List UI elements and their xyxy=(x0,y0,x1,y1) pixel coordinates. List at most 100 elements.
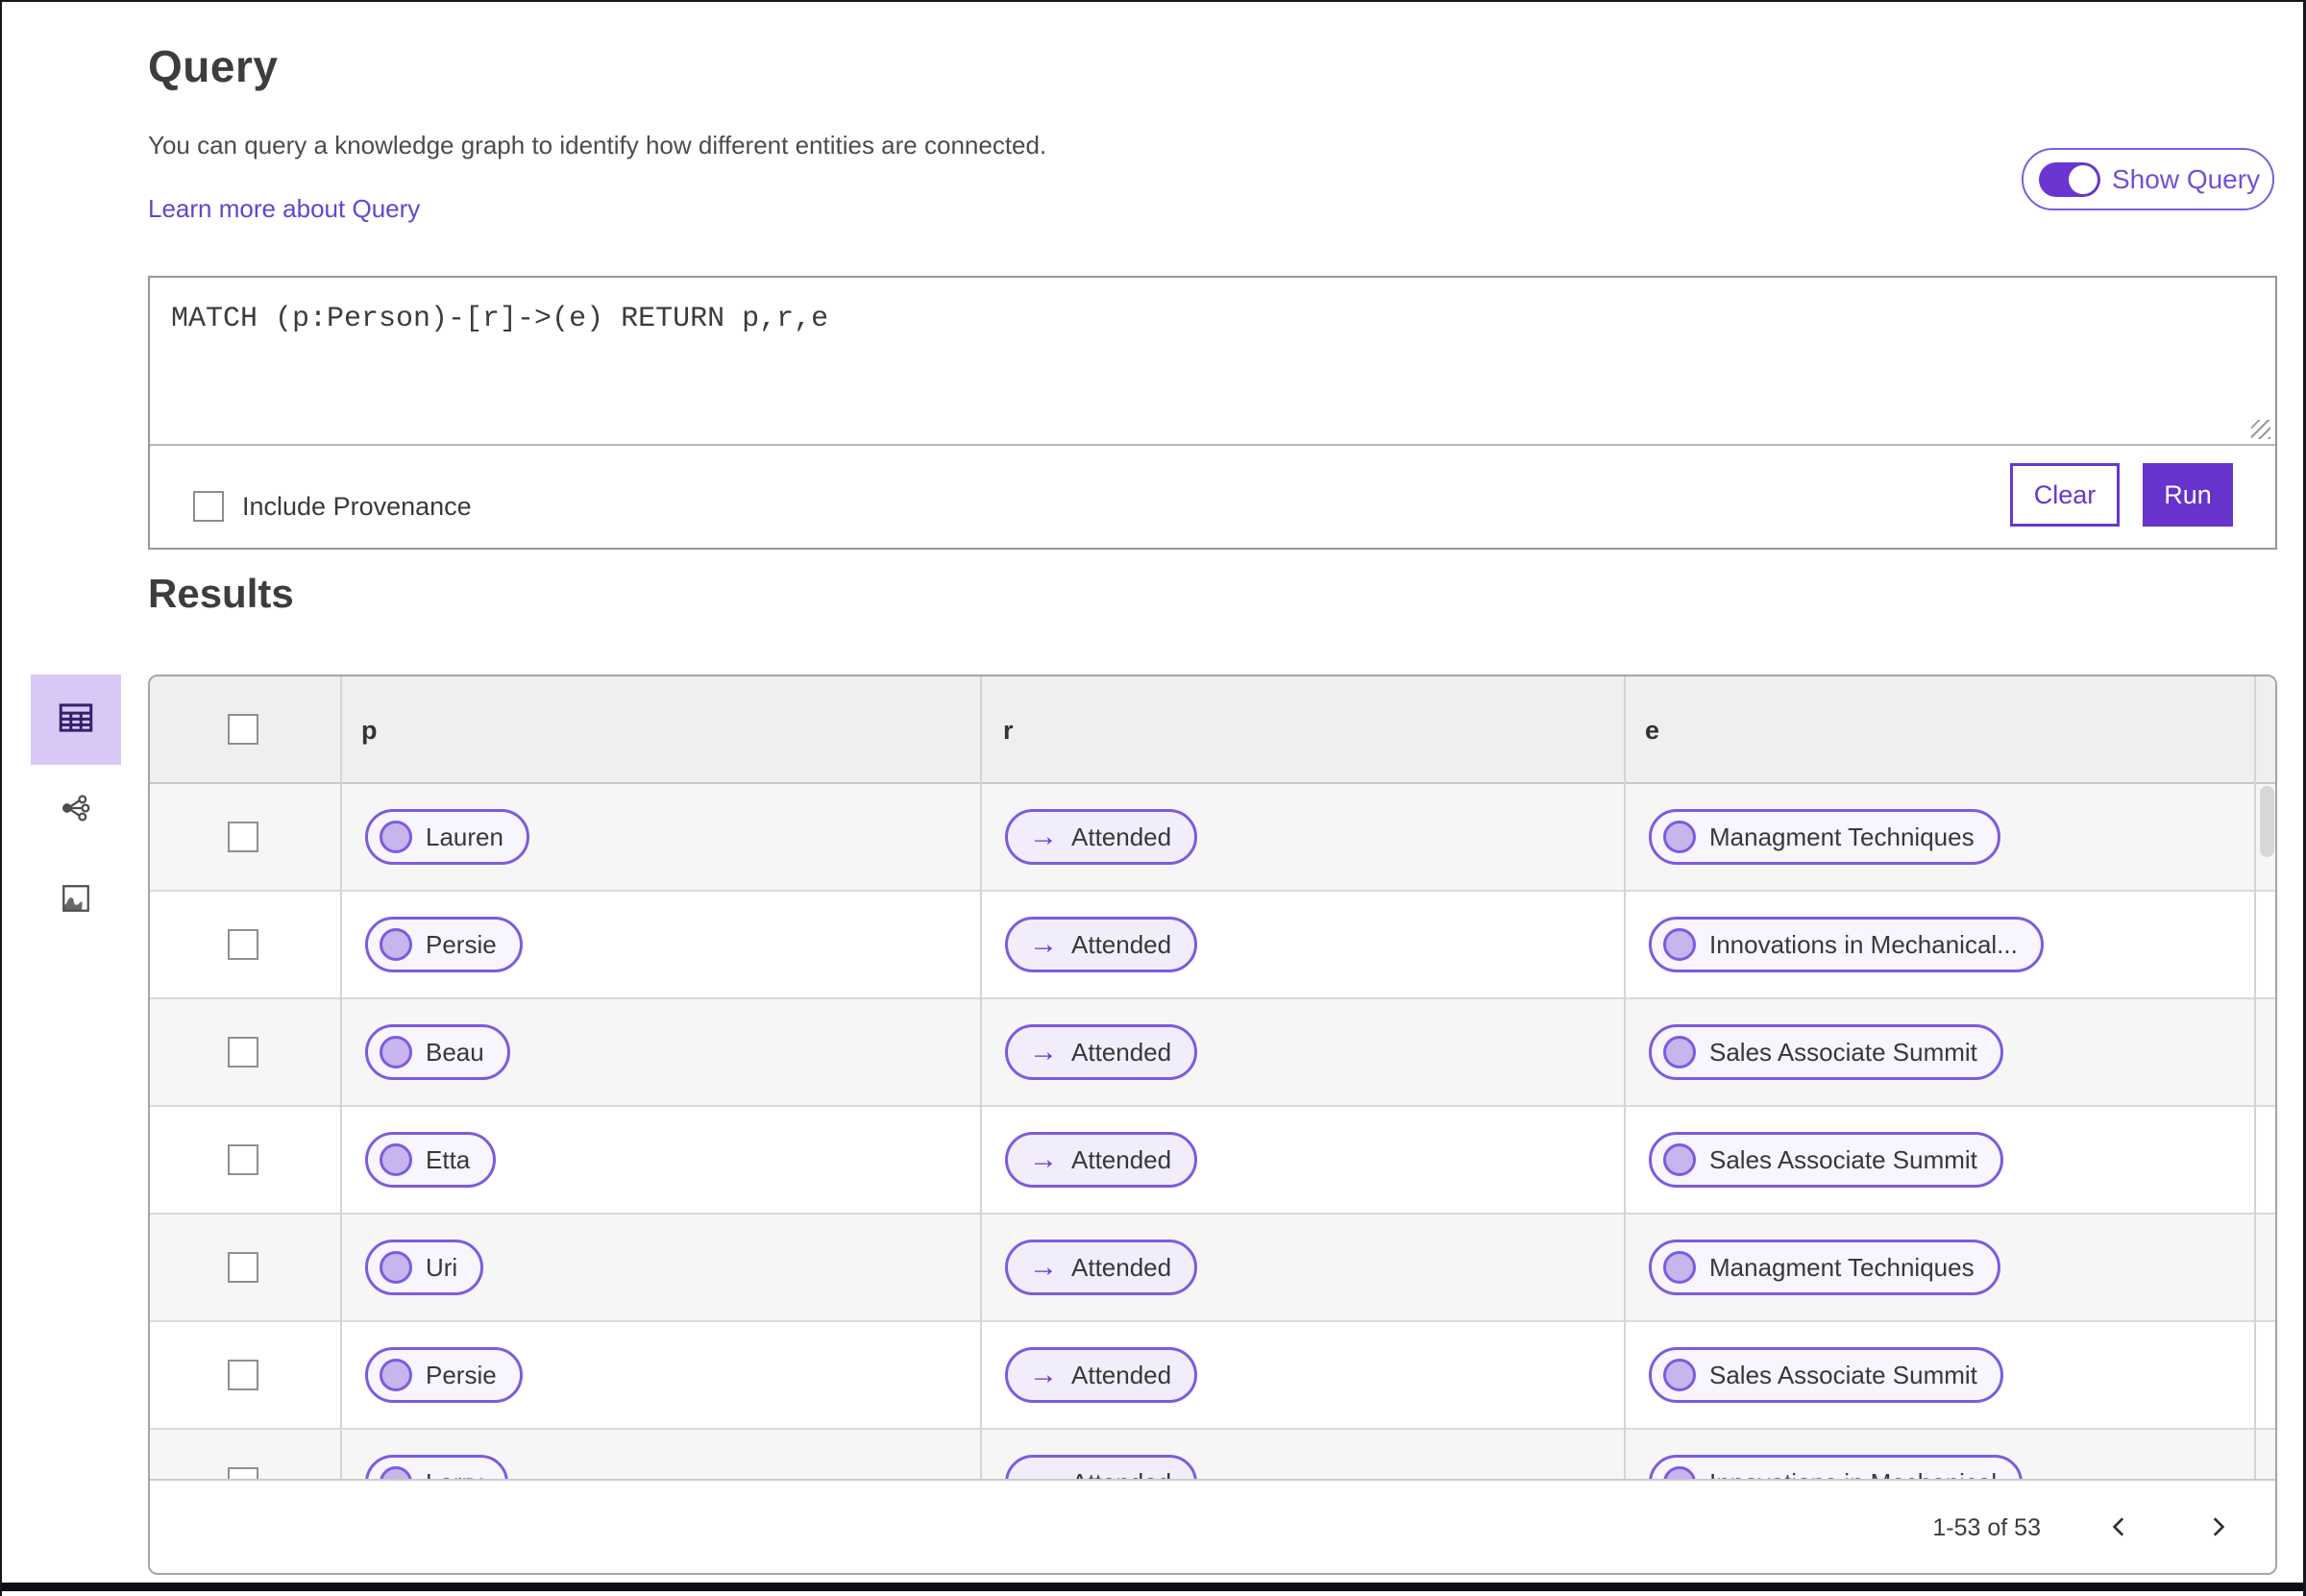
pagination-prev-button[interactable] xyxy=(2100,1509,2139,1547)
entity-label: Sales Associate Summit xyxy=(1709,1144,1977,1174)
table-row: Beau → Attended Sales Associate Summit xyxy=(150,999,2275,1107)
entity-pill[interactable]: Managment Techniques xyxy=(1649,809,2000,865)
results-table: p r e Lauren → Attended Managment Techni… xyxy=(148,675,2277,1575)
relation-pill[interactable]: → Attended xyxy=(1005,1347,1198,1403)
row-checkbox[interactable] xyxy=(228,1360,258,1390)
entity-node-icon xyxy=(380,1036,412,1068)
relation-pill[interactable]: → Attended xyxy=(1005,1024,1198,1080)
select-all-checkbox[interactable] xyxy=(228,714,258,745)
include-provenance-checkbox[interactable] xyxy=(193,491,224,522)
relation-cell-r: → Attended xyxy=(1005,1240,1198,1295)
entity-label: Innovations in Mechanical xyxy=(1709,1468,1997,1480)
entity-cell-e: Managment Techniques xyxy=(1649,1240,2000,1295)
relation-pill[interactable]: → Attended xyxy=(1005,917,1198,972)
relation-cell-r: → Attended xyxy=(1005,1132,1198,1188)
entity-cell-p: Etta xyxy=(365,1132,497,1188)
row-checkbox[interactable] xyxy=(228,1467,258,1479)
entity-cell-e: Sales Associate Summit xyxy=(1649,1024,2003,1080)
relation-cell-r: → Attended xyxy=(1005,917,1198,972)
arrow-right-icon: → xyxy=(1029,928,1058,960)
run-button[interactable]: Run xyxy=(2143,463,2233,527)
relation-pill[interactable]: → Attended xyxy=(1005,1455,1198,1480)
row-checkbox[interactable] xyxy=(228,822,258,852)
entity-node-icon xyxy=(1663,1036,1696,1068)
row-checkbox[interactable] xyxy=(228,1144,258,1175)
entity-label: Lauren xyxy=(426,822,503,851)
arrow-right-icon: → xyxy=(1029,1468,1058,1480)
column-header-p: p xyxy=(361,716,378,745)
entity-cell-e: Managment Techniques xyxy=(1649,809,2000,865)
entity-node-icon xyxy=(380,1143,412,1176)
entity-pill[interactable]: Managment Techniques xyxy=(1649,1240,2000,1295)
show-query-toggle[interactable]: Show Query xyxy=(2022,148,2274,210)
entity-pill[interactable]: Beau xyxy=(365,1024,510,1080)
row-checkbox[interactable] xyxy=(228,1252,258,1283)
arrow-right-icon: → xyxy=(1029,1143,1058,1175)
relation-cell-r: → Attended xyxy=(1005,1455,1198,1480)
view-tile-map[interactable] xyxy=(31,855,121,945)
arrow-right-icon: → xyxy=(1029,1251,1058,1283)
include-provenance-label: Include Provenance xyxy=(242,492,472,521)
relation-label: Attended xyxy=(1071,822,1172,851)
entity-label: Sales Associate Summit xyxy=(1709,1037,1977,1067)
table-grid-icon xyxy=(56,698,96,743)
toggle-switch-icon[interactable] xyxy=(2039,161,2100,197)
share-nodes-icon xyxy=(60,792,92,829)
view-tile-table[interactable] xyxy=(31,675,121,765)
entity-label: Larry xyxy=(426,1468,482,1480)
entity-cell-e: Innovations in Mechanical... xyxy=(1649,917,2044,972)
entity-pill[interactable]: Uri xyxy=(365,1240,484,1295)
view-tile-graph[interactable] xyxy=(31,765,121,855)
entity-pill[interactable]: Sales Associate Summit xyxy=(1649,1132,2003,1188)
entity-cell-e: Sales Associate Summit xyxy=(1649,1347,2003,1403)
table-header: p r e xyxy=(150,676,2275,784)
query-panel: MATCH (p:Person)-[r]->(e) RETURN p,r,e I… xyxy=(148,276,2277,550)
entity-pill[interactable]: Larry xyxy=(365,1455,509,1480)
view-switcher xyxy=(31,675,121,945)
entity-node-icon xyxy=(380,1251,412,1284)
query-input[interactable]: MATCH (p:Person)-[r]->(e) RETURN p,r,e xyxy=(150,278,2275,446)
entity-label: Beau xyxy=(426,1037,484,1067)
pagination-next-button[interactable] xyxy=(2198,1509,2237,1547)
table-scrollbar-thumb[interactable] xyxy=(2260,786,2274,857)
entity-pill[interactable]: Innovations in Mechanical... xyxy=(1649,917,2044,972)
relation-pill[interactable]: → Attended xyxy=(1005,1240,1198,1295)
table-row: Uri → Attended Managment Techniques xyxy=(150,1215,2275,1322)
learn-more-link[interactable]: Learn more about Query xyxy=(148,194,420,224)
relation-label: Attended xyxy=(1071,929,1172,959)
column-header-e: e xyxy=(1645,716,1660,745)
entity-node-icon xyxy=(1663,821,1696,853)
column-header-r: r xyxy=(1003,716,1014,745)
entity-node-icon xyxy=(1663,1143,1696,1176)
entity-pill[interactable]: Sales Associate Summit xyxy=(1649,1347,2003,1403)
entity-cell-p: Larry xyxy=(365,1455,509,1480)
entity-cell-e: Sales Associate Summit xyxy=(1649,1132,2003,1188)
relation-pill[interactable]: → Attended xyxy=(1005,809,1198,865)
entity-cell-p: Persie xyxy=(365,1347,523,1403)
entity-pill[interactable]: Persie xyxy=(365,917,523,972)
entity-pill[interactable]: Lauren xyxy=(365,809,529,865)
entity-pill[interactable]: Etta xyxy=(365,1132,497,1188)
relation-label: Attended xyxy=(1071,1468,1171,1480)
map-region-icon xyxy=(59,881,93,921)
pagination-bar: 1-53 of 53 xyxy=(150,1479,2275,1573)
entity-pill[interactable]: Innovations in Mechanical xyxy=(1649,1455,2024,1480)
table-row: Persie → Attended Innovations in Mechani… xyxy=(150,892,2275,999)
arrow-right-icon: → xyxy=(1029,1359,1058,1390)
entity-label: Sales Associate Summit xyxy=(1709,1360,1977,1389)
entity-pill[interactable]: Persie xyxy=(365,1347,523,1403)
row-checkbox[interactable] xyxy=(228,1037,258,1068)
resize-handle[interactable] xyxy=(2251,420,2270,439)
entity-label: Managment Techniques xyxy=(1709,1252,1975,1282)
entity-label: Innovations in Mechanical... xyxy=(1709,929,2018,959)
entity-label: Persie xyxy=(426,1360,497,1389)
relation-pill[interactable]: → Attended xyxy=(1005,1132,1198,1188)
entity-label: Managment Techniques xyxy=(1709,822,1975,851)
clear-button[interactable]: Clear xyxy=(2010,463,2120,527)
entity-node-icon xyxy=(1663,1359,1696,1391)
row-checkbox[interactable] xyxy=(228,929,258,960)
table-body: Lauren → Attended Managment Techniques P… xyxy=(150,784,2275,1479)
relation-cell-r: → Attended xyxy=(1005,1347,1198,1403)
entity-pill[interactable]: Sales Associate Summit xyxy=(1649,1024,2003,1080)
arrow-right-icon: → xyxy=(1029,1036,1058,1068)
